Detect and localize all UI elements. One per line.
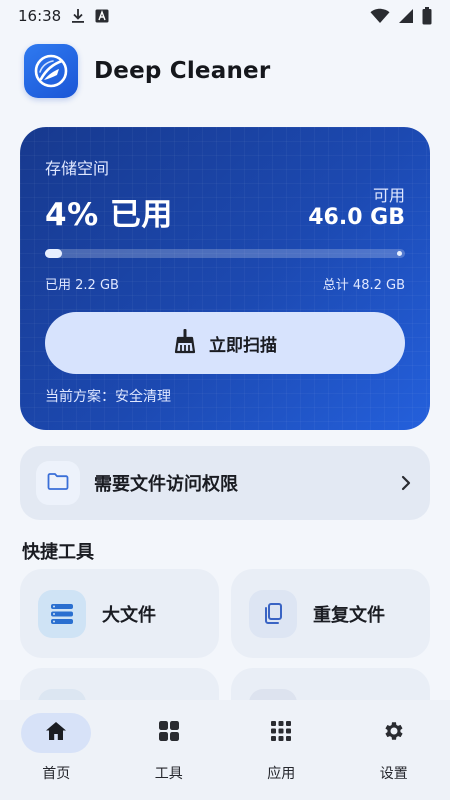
available-value: 46.0 GB [308, 205, 405, 230]
file-permission-row[interactable]: 需要文件访问权限 [20, 446, 430, 520]
nav-label-apps: 应用 [267, 766, 296, 782]
copy-icon [249, 589, 297, 638]
storage-progress-bar [45, 249, 405, 258]
grid-icon [158, 720, 180, 746]
nav-tools-icon-wrap [134, 713, 204, 753]
nav-item-home[interactable]: 首页 [6, 713, 106, 800]
broom-icon [173, 328, 197, 359]
app-logo-icon [24, 44, 78, 98]
app-header: Deep Cleaner [24, 44, 270, 98]
status-bar: 16:38 [0, 0, 450, 32]
tool-label-large-files: 大文件 [102, 604, 156, 626]
used-detail: 已用 2.2 GB [45, 278, 119, 293]
tool-card-duplicate-files[interactable]: 重复文件 [231, 569, 430, 658]
bottom-navigation: 首页 工具 应用 设置 [0, 700, 450, 800]
scan-button-label: 立即扫描 [209, 335, 277, 356]
battery-icon [422, 7, 432, 25]
status-right [370, 7, 432, 25]
chevron-right-icon [400, 474, 412, 492]
status-time: 16:38 [18, 7, 62, 25]
keyboard-a-icon [95, 9, 109, 23]
storage-label: 存储空间 [45, 159, 110, 178]
nav-label-tools: 工具 [154, 766, 183, 782]
stack-icon [38, 589, 86, 638]
download-icon [71, 8, 85, 24]
status-left: 16:38 [18, 7, 109, 25]
available-label: 可用 [372, 186, 405, 205]
permission-label: 需要文件访问权限 [94, 474, 238, 495]
storage-progress-fill [45, 249, 62, 258]
storage-card: 存储空间 4% 已用 可用 46.0 GB 已用 2.2 GB 总计 48.2 … [20, 127, 430, 430]
nav-item-settings[interactable]: 设置 [344, 713, 444, 800]
app-title: Deep Cleaner [94, 58, 271, 84]
scan-now-button[interactable]: 立即扫描 [45, 312, 405, 374]
home-icon [45, 721, 67, 745]
used-percent: 4% 已用 [45, 197, 173, 233]
tool-card-large-files[interactable]: 大文件 [20, 569, 219, 658]
nav-item-apps[interactable]: 应用 [231, 713, 331, 800]
signal-icon [398, 8, 414, 24]
nav-label-home: 首页 [42, 766, 71, 782]
wifi-icon [370, 8, 390, 24]
quick-tools-title: 快捷工具 [22, 542, 94, 563]
total-detail: 总计 48.2 GB [322, 278, 405, 293]
current-plan-text: 当前方案：安全清理 [45, 389, 171, 405]
nav-apps-icon-wrap [246, 713, 316, 753]
gear-icon [382, 719, 406, 747]
folder-icon-wrap [36, 461, 80, 505]
folder-icon [47, 472, 69, 494]
nav-settings-icon-wrap [359, 713, 429, 753]
progress-end-dot [397, 251, 402, 256]
nav-item-tools[interactable]: 工具 [119, 713, 219, 800]
nav-label-settings: 设置 [379, 766, 408, 782]
nav-home-icon-wrap [21, 713, 92, 753]
apps-icon [270, 720, 292, 746]
tool-label-duplicate-files: 重复文件 [313, 604, 385, 626]
